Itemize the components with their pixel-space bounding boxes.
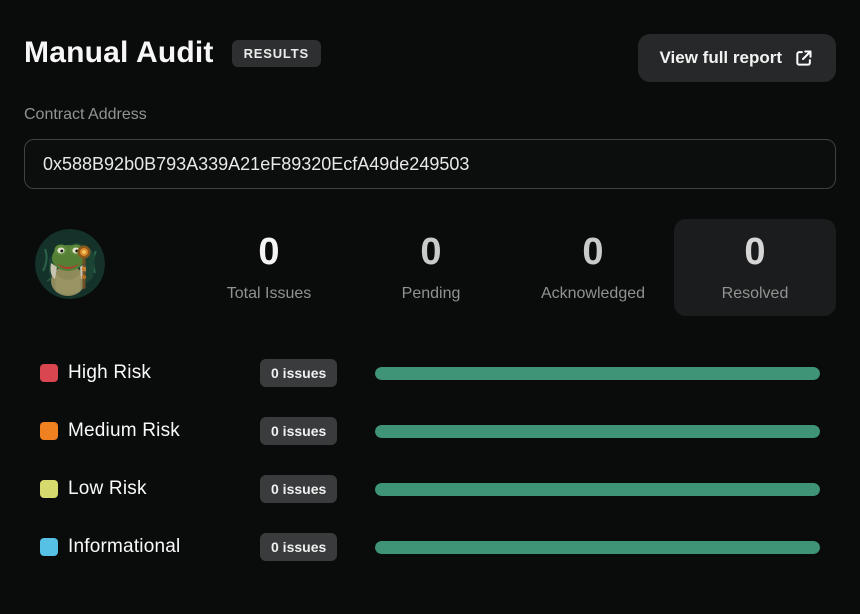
medium-risk-bar-fill bbox=[375, 425, 820, 438]
view-full-report-button[interactable]: View full report bbox=[638, 34, 837, 82]
informational-swatch bbox=[40, 538, 58, 556]
risk-row-low: Low Risk 0 issues bbox=[24, 474, 836, 504]
stat-pending: 0 Pending bbox=[350, 219, 512, 316]
medium-risk-swatch bbox=[40, 422, 58, 440]
medium-risk-bar bbox=[375, 425, 820, 438]
risk-row-informational: Informational 0 issues bbox=[24, 532, 836, 562]
stats-summary: 0 Total Issues 0 Pending 0 Acknowledged … bbox=[24, 219, 836, 316]
stat-resolved-value: 0 bbox=[744, 233, 765, 271]
low-risk-label: Low Risk bbox=[68, 478, 260, 500]
high-risk-bar bbox=[375, 367, 820, 380]
medium-risk-issues-badge: 0 issues bbox=[260, 417, 337, 445]
stat-total-issues: 0 Total Issues bbox=[188, 219, 350, 316]
title-group: Manual Audit RESULTS bbox=[24, 34, 321, 70]
results-badge: RESULTS bbox=[232, 40, 321, 67]
high-risk-issues-badge: 0 issues bbox=[260, 359, 337, 387]
contract-address-label: Contract Address bbox=[24, 106, 836, 124]
informational-label: Informational bbox=[68, 536, 260, 558]
risk-breakdown-list: High Risk 0 issues Medium Risk 0 issues … bbox=[24, 358, 836, 562]
stat-pending-label: Pending bbox=[402, 285, 461, 303]
low-risk-bar bbox=[375, 483, 820, 496]
stat-total-issues-value: 0 bbox=[258, 233, 279, 271]
header: Manual Audit RESULTS View full report bbox=[24, 0, 836, 82]
external-link-icon bbox=[794, 48, 814, 68]
risk-row-medium: Medium Risk 0 issues bbox=[24, 416, 836, 446]
informational-bar bbox=[375, 541, 820, 554]
stat-acknowledged-value: 0 bbox=[582, 233, 603, 271]
low-risk-issues-badge: 0 issues bbox=[260, 475, 337, 503]
stat-resolved: 0 Resolved bbox=[674, 219, 836, 316]
stat-pending-value: 0 bbox=[420, 233, 441, 271]
audit-results-panel: Manual Audit RESULTS View full report Co… bbox=[0, 0, 860, 614]
low-risk-swatch bbox=[40, 480, 58, 498]
risk-row-high: High Risk 0 issues bbox=[24, 358, 836, 388]
low-risk-bar-fill bbox=[375, 483, 820, 496]
contract-address-input[interactable] bbox=[24, 139, 836, 189]
high-risk-bar-fill bbox=[375, 367, 820, 380]
token-logo-avatar bbox=[35, 229, 105, 299]
stat-acknowledged: 0 Acknowledged bbox=[512, 219, 674, 316]
informational-issues-badge: 0 issues bbox=[260, 533, 337, 561]
page-title: Manual Audit bbox=[24, 36, 214, 70]
stat-total-issues-label: Total Issues bbox=[227, 285, 311, 303]
stats-columns: 0 Total Issues 0 Pending 0 Acknowledged … bbox=[105, 219, 836, 316]
stat-resolved-label: Resolved bbox=[722, 285, 789, 303]
high-risk-swatch bbox=[40, 364, 58, 382]
high-risk-label: High Risk bbox=[68, 362, 260, 384]
medium-risk-label: Medium Risk bbox=[68, 420, 260, 442]
stat-acknowledged-label: Acknowledged bbox=[541, 285, 645, 303]
informational-bar-fill bbox=[375, 541, 820, 554]
view-full-report-label: View full report bbox=[660, 48, 783, 68]
